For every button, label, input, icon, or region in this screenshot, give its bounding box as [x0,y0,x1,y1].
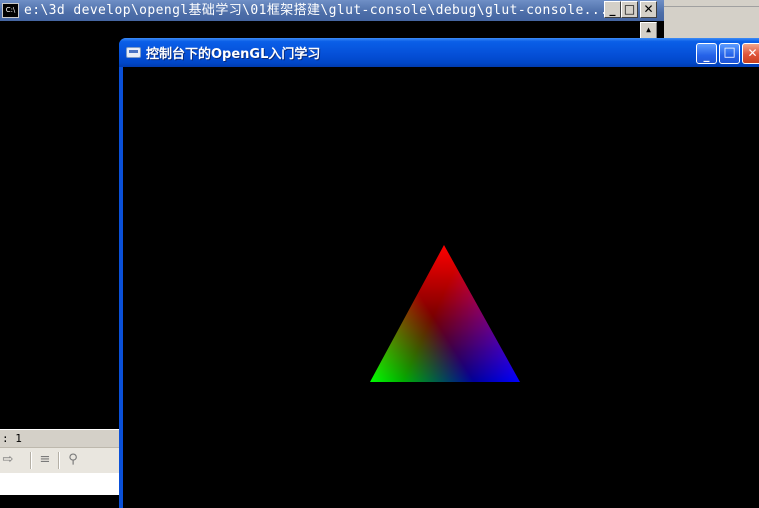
forward-icon[interactable]: ⇨ [0,452,16,468]
console-window-title: e:\3d develop\opengl基础学习\01框架搭建\glut-con… [24,3,609,18]
rgb-triangle [370,245,520,382]
background-window-divider [664,6,759,7]
opengl-canvas [370,245,520,382]
ide-toolbar: ⇨ ≡ ⚲ [0,447,122,473]
glut-minimize-button[interactable]: _ [696,43,717,64]
console-close-button[interactable]: ✕ [640,1,657,18]
glut-titlebar[interactable]: 控制台下的OpenGL入门学习 _ □ ✕ [119,38,759,67]
find-icon[interactable]: ⚲ [65,452,81,468]
console-app-icon[interactable]: C:\ [2,3,19,18]
glut-app-icon[interactable] [126,47,141,58]
glut-window-title: 控制台下的OpenGL入门学习 [146,47,321,62]
console-titlebar[interactable]: C:\ e:\3d develop\opengl基础学习\01框架搭建\glut… [0,0,664,21]
glut-close-button[interactable]: ✕ [742,43,759,64]
triangle-blue-channel [370,245,520,382]
ide-status-text: : 1 [2,432,22,445]
clear-icon[interactable]: ≡ [37,452,53,468]
opengl-viewport[interactable] [123,67,759,508]
toolbar-separator [58,452,60,469]
glut-maximize-button[interactable]: □ [719,43,740,64]
console-minimize-button[interactable]: _ [604,1,621,18]
ide-output-pane [0,473,122,495]
ide-status-bar: : 1 [0,429,122,447]
toolbar-separator [30,452,32,469]
glut-window: 控制台下的OpenGL入门学习 _ □ ✕ [119,38,759,508]
console-maximize-button[interactable]: □ [621,1,638,18]
